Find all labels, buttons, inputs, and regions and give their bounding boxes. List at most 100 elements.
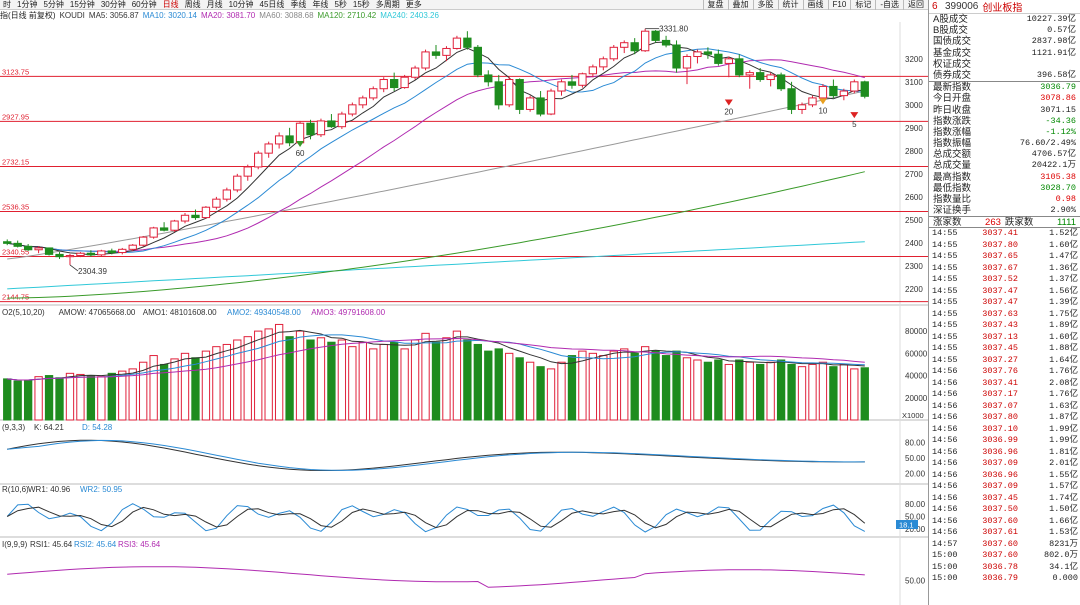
period-tab-3[interactable]: 15分钟: [67, 0, 98, 9]
volume-bar: [421, 332, 430, 421]
index-code[interactable]: 399006: [945, 1, 978, 12]
tool-button-5[interactable]: F10: [827, 0, 851, 10]
quote-value: 76.60/2.49%: [1019, 138, 1076, 149]
tick-price: 3037.61: [982, 527, 1018, 538]
legend-ma10: MA10: 3020.14: [142, 11, 197, 20]
quote-row: 指数量比 0.98: [929, 194, 1080, 205]
tick-time: 14:55: [932, 239, 958, 250]
candle-body: [766, 74, 775, 81]
candle-body: [34, 247, 43, 251]
tick-time: 14:56: [932, 377, 958, 388]
volume-bar: [515, 357, 524, 421]
tick-price: 3037.10: [982, 423, 1018, 434]
quote-value: 3036.79: [1040, 82, 1076, 93]
quote-value: -34.36: [1045, 115, 1076, 126]
volume-bar: [651, 350, 660, 421]
tool-button-6[interactable]: 标记: [850, 0, 875, 10]
tick-time: 14:56: [932, 366, 958, 377]
candle-body: [756, 72, 765, 81]
period-tab-8[interactable]: 月线: [204, 0, 226, 9]
period-tab-11[interactable]: 季线: [287, 0, 309, 9]
kline-chart-area[interactable]: 3200 3100 3000 2900 2800 2700 2600 2500 2400 2300…: [0, 0, 928, 605]
period-tab-13[interactable]: 5秒: [331, 0, 349, 9]
price-axis-label: 2500: [905, 216, 923, 225]
tool-button-7[interactable]: -自选: [875, 0, 903, 10]
period-tab-6[interactable]: 日线: [160, 0, 182, 9]
candle-body: [463, 37, 472, 48]
period-tab-4[interactable]: 30分钟: [98, 0, 129, 9]
period-tab-14[interactable]: 15秒: [350, 0, 373, 9]
candle-body: [546, 90, 556, 115]
volume-bar: [431, 341, 441, 421]
vol-axis-label: 20000: [905, 394, 928, 403]
volume-bar: [693, 359, 702, 421]
quote-row: 最高指数 3105.38: [929, 172, 1080, 183]
vol-legend-item: AMOW: 47065668.00: [59, 308, 136, 317]
quote-row: B股成交 0.57亿: [929, 25, 1080, 36]
period-tab-10[interactable]: 45日线: [257, 0, 288, 9]
wr-legend-wr1: WR1: 40.96: [28, 485, 71, 494]
volume-bar: [557, 361, 566, 421]
volume-bar: [191, 357, 200, 421]
tick-volume: 1.50亿: [1049, 504, 1078, 515]
volume-bar: [327, 341, 336, 421]
volume-bar: [860, 367, 869, 421]
quote-label: 指数振幅: [933, 138, 972, 150]
kdj-axis-label: 20.00: [905, 470, 926, 479]
rsi-line: [7, 566, 865, 588]
candle-body: [191, 214, 200, 219]
volume-bar: [358, 341, 367, 421]
tool-button-4[interactable]: 画线: [802, 0, 828, 10]
tick-volume: 1.99亿: [1049, 435, 1078, 446]
volume-bar: [254, 330, 263, 421]
period-tab-5[interactable]: 60分钟: [129, 0, 160, 9]
tick-volume: 1.76亿: [1049, 366, 1078, 377]
candle-body: [557, 81, 566, 92]
tick-volume: 8231万: [1049, 538, 1078, 549]
candle-body: [327, 120, 336, 128]
tool-button-3[interactable]: 统计: [777, 0, 803, 10]
volume-bar: [76, 373, 85, 421]
tool-button-1[interactable]: 叠加: [727, 0, 753, 10]
tick-row: 14:55 3037.27 1.64亿: [929, 355, 1080, 367]
signal-label: 5: [852, 120, 857, 129]
period-tab-2[interactable]: 5分钟: [40, 0, 66, 9]
tick-volume: 1.39亿: [1049, 297, 1078, 308]
quote-value: 2837.98亿: [1031, 36, 1076, 47]
tick-list[interactable]: 14:55 3037.41 1.52亿 14:55 3037.80 1.60亿 14:55 3…: [929, 228, 1080, 585]
ma10-line: [7, 48, 865, 254]
period-tab-0[interactable]: 时: [0, 0, 14, 9]
index-name[interactable]: 创业板指: [982, 0, 1022, 14]
tick-row: 14:56 3037.80 1.87亿: [929, 412, 1080, 424]
volume-bar: [23, 379, 33, 421]
wr-legend-wr2: WR2: 50.95: [80, 485, 123, 494]
tool-button-8[interactable]: 返回: [903, 0, 928, 10]
tick-row: 14:55 3037.65 1.47亿: [929, 251, 1080, 263]
tick-volume: 1.47亿: [1049, 251, 1078, 262]
tool-button-2[interactable]: 多股: [752, 0, 778, 10]
chart-canvas[interactable]: 3200 3100 3000 2900 2800 2700 2600 2500 2400 2300…: [0, 0, 928, 605]
period-tab-15[interactable]: 多周期: [373, 0, 403, 9]
legend-ma20: MA20: 3081.70: [200, 11, 256, 20]
candle-body: [390, 79, 399, 89]
legend-koudi: KOUDI: [59, 11, 85, 20]
price-axis-label: 3000: [905, 101, 923, 110]
tick-price: 3037.65: [982, 251, 1018, 262]
candle-body: [609, 46, 618, 60]
period-tab-9[interactable]: 10分钟: [226, 0, 257, 9]
volume-bar: [797, 366, 807, 421]
period-tab-16[interactable]: 更多: [403, 0, 425, 9]
quote-row: 昨日收盘 3071.15: [929, 105, 1080, 116]
candle-body: [128, 244, 137, 250]
period-tab-7[interactable]: 周线: [182, 0, 204, 9]
price-level-label: 3123.75: [2, 67, 29, 76]
period-tab-12[interactable]: 年线: [309, 0, 331, 9]
candle-body: [735, 58, 744, 76]
tool-button-0[interactable]: 复盘: [702, 0, 728, 10]
tick-row: 14:56 3036.96 1.81亿: [929, 447, 1080, 459]
period-tab-1[interactable]: 1分钟: [14, 0, 40, 9]
candle-body: [233, 175, 242, 191]
vol-legend-item: AMO2: 49340548.00: [227, 308, 301, 317]
candle-body: [839, 90, 849, 97]
tick-volume: 1.74亿: [1049, 492, 1078, 503]
